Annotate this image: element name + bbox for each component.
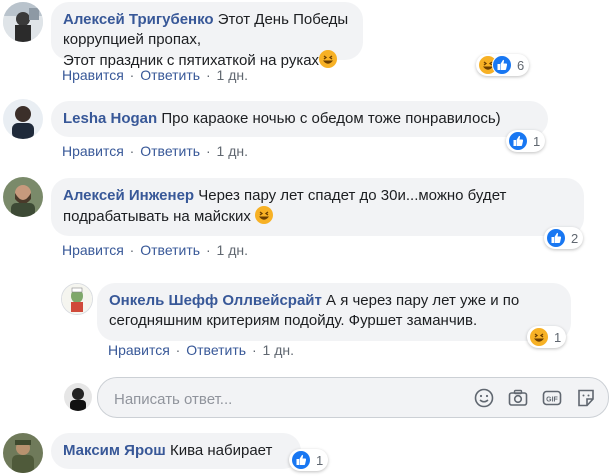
comment-text: сегодняшним критериям подойду. Фуршет за… (109, 312, 478, 329)
reactions-summary[interactable]: 6 (476, 54, 530, 76)
comment-text: А я через пару лет уже и по (326, 292, 520, 309)
comment-actions: Нравится · Ответить · 1 дн. (108, 342, 294, 358)
reply-composer: GIF (97, 377, 609, 418)
reactions-summary[interactable]: 2 (544, 227, 584, 249)
reaction-count: 6 (517, 57, 525, 73)
camera-icon[interactable] (507, 387, 529, 409)
comment-actions: Нравится · Ответить · 1 дн. (62, 67, 248, 83)
comment-text: Кива набирает (169, 442, 273, 459)
comment-bubble: Алексей Тригубенко Этот День Победы корр… (51, 2, 363, 69)
svg-text:GIF: GIF (546, 397, 558, 404)
comment-bubble: Lesha Hogan Про караоке ночью с обедом т… (51, 101, 548, 137)
comment-author[interactable]: Онкель Шефф Оллвейсрайт (109, 292, 322, 309)
sticker-icon[interactable] (575, 387, 597, 409)
like-link[interactable]: Нравится (62, 67, 124, 83)
reaction-count: 1 (533, 133, 541, 149)
haha-icon (529, 327, 549, 347)
comment-text: подрабатывать на майских (63, 208, 251, 225)
like-icon (546, 228, 566, 248)
avatar[interactable] (3, 177, 43, 217)
comment-author[interactable]: Максим Ярош (63, 442, 166, 459)
reply-link[interactable]: Ответить (140, 67, 200, 83)
like-icon (492, 55, 512, 75)
avatar[interactable] (3, 433, 43, 473)
comment-bubble: Максим Ярош Кива набирает (51, 433, 301, 469)
gif-icon[interactable]: GIF (541, 387, 563, 409)
comment-bubble: Онкель Шефф Оллвейсрайт А я через пару л… (97, 283, 571, 341)
avatar[interactable] (3, 99, 43, 139)
like-link[interactable]: Нравится (108, 342, 170, 358)
reply-link[interactable]: Ответить (186, 342, 246, 358)
reply-link[interactable]: Ответить (140, 242, 200, 258)
reply-link[interactable]: Ответить (140, 143, 200, 159)
comment-actions: Нравится · Ответить · 1 дн. (62, 143, 248, 159)
like-link[interactable]: Нравится (62, 143, 124, 159)
avatar[interactable] (61, 283, 93, 315)
comment-text: Про караоке ночью с обедом тоже понравил… (161, 110, 501, 127)
comment-author[interactable]: Алексей Инженер (63, 187, 194, 204)
comment-text: Через пару лет спадет до 30и...можно буд… (198, 187, 507, 204)
haha-emoji-icon (319, 50, 338, 68)
reactions-summary[interactable]: 1 (289, 449, 329, 471)
reaction-count: 2 (571, 230, 579, 246)
timestamp[interactable]: 1 дн. (217, 242, 248, 258)
timestamp[interactable]: 1 дн. (217, 143, 248, 159)
avatar[interactable] (3, 2, 43, 42)
reactions-summary[interactable]: 1 (527, 326, 567, 348)
like-icon (291, 450, 311, 470)
current-user-avatar (64, 383, 92, 411)
reaction-count: 1 (316, 452, 324, 468)
emoji-icon[interactable] (473, 387, 495, 409)
comment-author[interactable]: Алексей Тригубенко (63, 11, 214, 28)
comment-actions: Нравится · Ответить · 1 дн. (62, 242, 248, 258)
comment-bubble: Алексей Инженер Через пару лет спадет до… (51, 178, 584, 236)
reply-input[interactable] (112, 387, 446, 411)
reaction-count: 1 (554, 329, 562, 345)
timestamp[interactable]: 1 дн. (217, 67, 248, 83)
like-link[interactable]: Нравится (62, 242, 124, 258)
comment-author[interactable]: Lesha Hogan (63, 110, 157, 127)
haha-emoji-icon (255, 206, 274, 224)
reactions-summary[interactable]: 1 (506, 130, 546, 152)
timestamp[interactable]: 1 дн. (263, 342, 294, 358)
like-icon (508, 131, 528, 151)
